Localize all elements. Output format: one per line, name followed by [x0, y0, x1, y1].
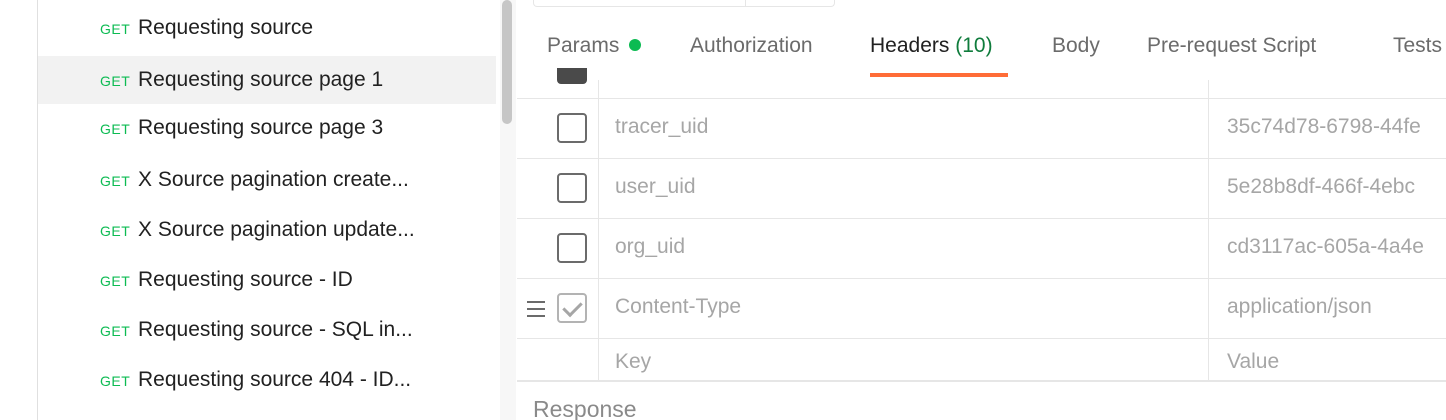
new-header-value-input[interactable]: Value: [1227, 350, 1279, 374]
request-editor: Params Authorization Headers (10) Body P…: [517, 0, 1446, 420]
drag-handle-icon[interactable]: [525, 299, 547, 319]
response-section-title: Response: [533, 396, 637, 420]
request-method-badge: GET: [100, 121, 131, 137]
table-column-divider: [598, 80, 599, 380]
request-item[interactable]: GET X Source pagination create...: [38, 156, 496, 204]
request-name: Requesting source page 3: [138, 116, 384, 139]
request-method-badge: GET: [100, 173, 131, 189]
table-row: Content-Type application/json: [517, 278, 1446, 339]
request-method-badge: GET: [100, 21, 131, 37]
request-item[interactable]: GET Requesting source: [38, 4, 496, 52]
request-name: Requesting source: [138, 16, 314, 39]
header-key[interactable]: user_uid: [615, 175, 696, 199]
header-enable-checkbox[interactable]: [557, 293, 587, 323]
table-row: user_uid 5e28b8df-466f-4ebc: [517, 158, 1446, 219]
request-name: Requesting source page 1: [138, 68, 384, 91]
table-row-new: Key Value: [517, 338, 1446, 381]
request-item-selected[interactable]: GET Requesting source page 1: [38, 56, 496, 104]
request-name: Requesting source 404 - ID...: [138, 368, 412, 391]
request-method-badge: GET: [100, 373, 131, 389]
request-name: X Source pagination create...: [138, 168, 409, 191]
request-method-badge: GET: [100, 323, 131, 339]
request-method-badge: GET: [100, 273, 131, 289]
table-column-divider: [1208, 80, 1209, 380]
table-row: org_uid cd3117ac-605a-4a4e: [517, 218, 1446, 279]
request-item[interactable]: GET Requesting source 404 - ID...: [38, 356, 496, 404]
header-value[interactable]: cd3117ac-605a-4a4e: [1227, 235, 1424, 259]
request-method-badge: GET: [100, 223, 131, 239]
header-enable-checkbox[interactable]: [557, 233, 587, 263]
url-bar[interactable]: [533, 0, 835, 7]
header-key[interactable]: Content-Type: [615, 295, 741, 319]
table-row: tracer_uid 35c74d78-6798-44fe: [517, 98, 1446, 159]
collection-sidebar: GET Requesting source GET Requesting sou…: [0, 0, 500, 420]
sidebar-scrollbar-thumb[interactable]: [502, 0, 512, 124]
header-enable-checkbox[interactable]: [557, 113, 587, 143]
request-name: Requesting source - ID: [138, 268, 353, 291]
request-item[interactable]: GET Requesting source page 3: [38, 104, 496, 152]
header-value[interactable]: application/json: [1227, 295, 1372, 319]
url-bar-divider: [745, 0, 746, 6]
header-value[interactable]: 5e28b8df-466f-4ebc: [1227, 175, 1415, 199]
request-item[interactable]: GET Requesting source - ID: [38, 256, 496, 304]
request-name: Requesting source - SQL in...: [138, 318, 413, 341]
request-method-badge: GET: [100, 73, 131, 89]
new-header-key-input[interactable]: Key: [615, 350, 651, 374]
table-row: [517, 38, 1446, 99]
header-value[interactable]: 35c74d78-6798-44fe: [1227, 115, 1421, 139]
response-divider[interactable]: [517, 381, 1446, 382]
header-key[interactable]: org_uid: [615, 235, 685, 259]
request-item[interactable]: GET Requesting source - SQL in...: [38, 306, 496, 354]
header-enable-checkbox[interactable]: [557, 173, 587, 203]
header-key[interactable]: tracer_uid: [615, 115, 708, 139]
request-item[interactable]: GET X Source pagination update...: [38, 206, 496, 254]
request-name: X Source pagination update...: [138, 218, 415, 241]
